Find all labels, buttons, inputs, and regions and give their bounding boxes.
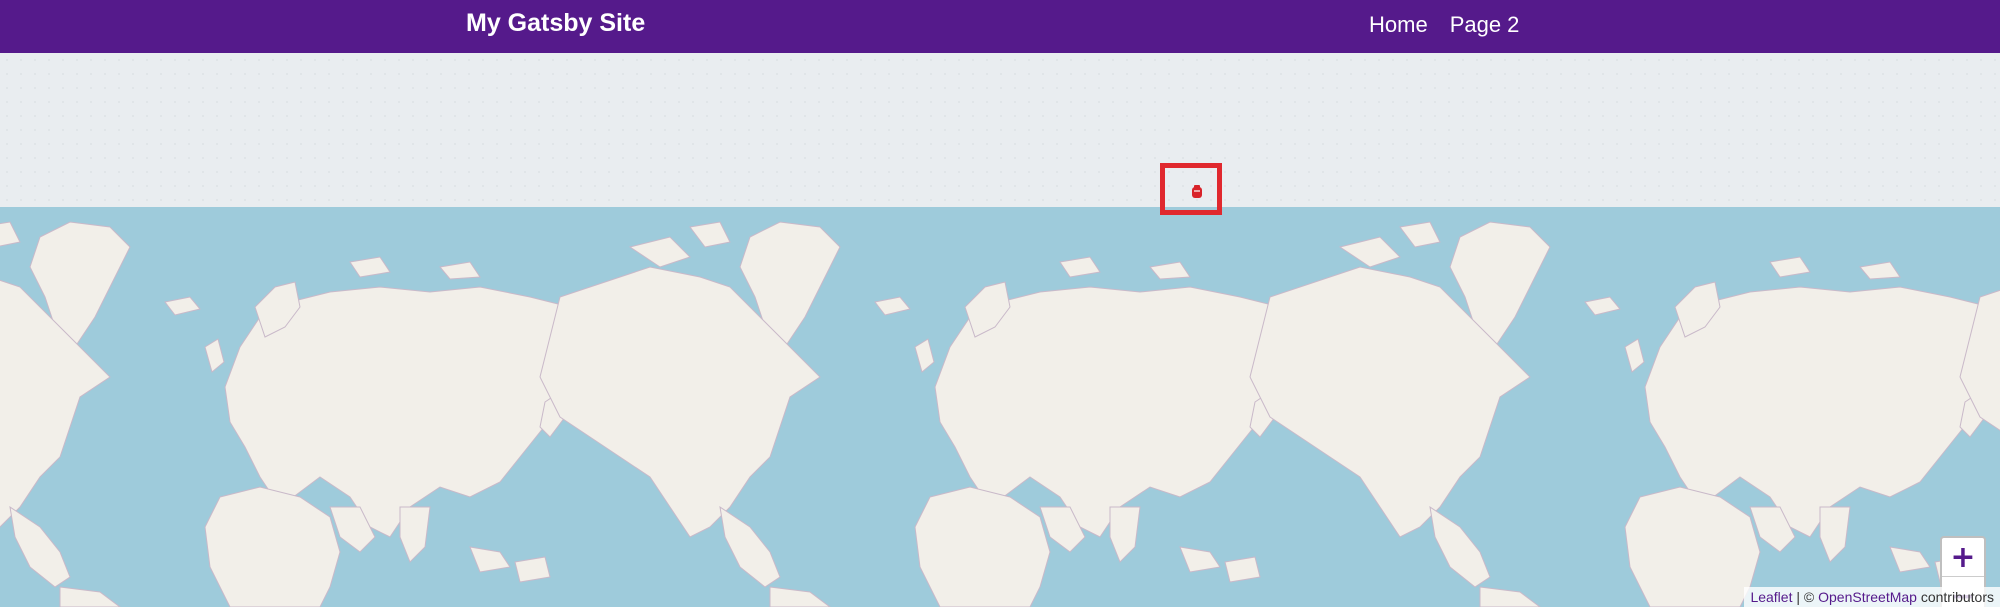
nav-link-page-2[interactable]: Page 2 [1450, 12, 1520, 38]
main-nav: Home Page 2 [1369, 12, 1519, 38]
leaflet-map[interactable]: + − Leaflet | © OpenStreetMap contributo… [0, 53, 2000, 607]
map-marker-icon[interactable] [1190, 184, 1204, 200]
attribution-contributors: contributors [1920, 589, 1994, 605]
openstreetmap-link[interactable]: OpenStreetMap [1818, 589, 1917, 605]
map-attribution: Leaflet | © OpenStreetMap contributors [1744, 587, 2000, 607]
world-tiles [0, 221, 2000, 607]
nav-link-home[interactable]: Home [1369, 12, 1428, 38]
zoom-in-button[interactable]: + [1942, 538, 1984, 576]
leaflet-link[interactable]: Leaflet [1750, 589, 1792, 605]
map-empty-tiles [0, 53, 2000, 207]
attribution-separator: | © [1796, 589, 1815, 605]
site-title-link[interactable]: My Gatsby Site [466, 9, 645, 38]
site-header: My Gatsby Site Home Page 2 [0, 0, 2000, 53]
